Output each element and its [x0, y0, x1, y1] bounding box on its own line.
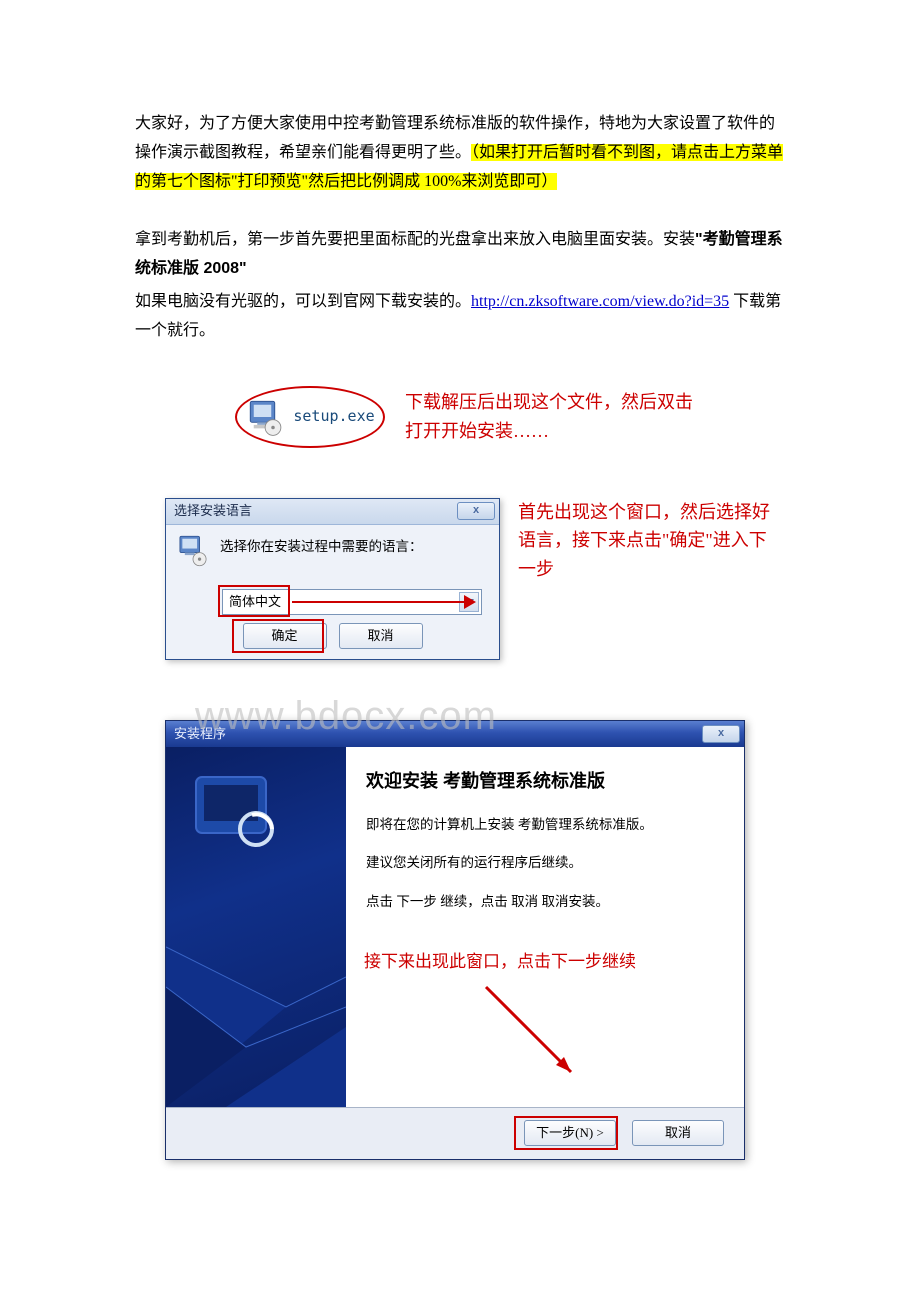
step1-section: 拿到考勤机后，第一步首先要把里面标配的光盘拿出来放入电脑里面安装。安装"考勤管理…	[135, 226, 785, 345]
wizard-main: 欢迎安装 考勤管理系统标准版 即将在您的计算机上安装 考勤管理系统标准版。 建议…	[166, 747, 744, 1107]
step1-a: 拿到考勤机后，第一步首先要把里面标配的光盘拿出来放入电脑里面安装。安装	[135, 231, 695, 248]
intro-section: 大家好，为了方便大家使用中控考勤管理系统标准版的软件操作，特地为大家设置了软件的…	[135, 110, 785, 196]
language-dialog-buttons: 确定 取消	[176, 623, 489, 649]
cancel-button[interactable]: 取消	[339, 623, 423, 649]
wizard-sidebar-art	[166, 747, 346, 1107]
wizard-line2: 建议您关闭所有的运行程序后继续。	[366, 851, 724, 875]
language-note: 首先出现这个窗口，然后选择好语言，接下来点击"确定"进入下一步	[518, 498, 778, 584]
language-dialog-figure: 选择安装语言 x 选择你在安装过程中需要的语言： 简体中文	[165, 498, 785, 660]
wizard-cancel-button[interactable]: 取消	[632, 1120, 724, 1146]
download-link[interactable]: http://cn.zksoftware.com/view.do?id=35	[471, 293, 729, 310]
wizard-note: 接下来出现此窗口，点击下一步继续	[364, 947, 734, 978]
wizard-line3: 点击 下一步 继续，点击 取消 取消安装。	[366, 890, 724, 914]
setup-filename: setup.exe	[293, 403, 374, 430]
installer-icon	[245, 396, 287, 438]
step1-c: 如果电脑没有光驱的，可以到官网下载安装的。	[135, 293, 471, 310]
wizard-line1: 即将在您的计算机上安装 考勤管理系统标准版。	[366, 813, 724, 837]
close-icon: x	[473, 501, 479, 521]
setup-note: 下载解压后出现这个文件，然后双击打开开始安装……	[405, 388, 695, 446]
language-select-wrap: 简体中文	[222, 589, 489, 615]
wizard-titlebar: 安装程序 x	[166, 721, 744, 747]
highlight-arrow-head	[464, 595, 476, 609]
setup-figure: setup.exe 下载解压后出现这个文件，然后双击打开开始安装……	[235, 386, 785, 448]
language-dialog: 选择安装语言 x 选择你在安装过程中需要的语言： 简体中文	[165, 498, 500, 660]
language-dialog-title: 选择安装语言	[174, 499, 252, 522]
wizard-close-button[interactable]: x	[702, 725, 740, 743]
installer-mini-icon	[176, 533, 210, 569]
installer-wizard: 安装程序 x 欢迎安装 考勤管理系统标准版 即将在您的计算机上安装 考勤管理系统…	[165, 720, 745, 1160]
wizard-footer: 下一步(N) > 取消	[166, 1107, 744, 1159]
wizard-arrow-icon	[476, 977, 596, 1087]
language-dialog-body: 选择你在安装过程中需要的语言： 简体中文 确定 取消	[166, 525, 499, 659]
step1-line2: 如果电脑没有光驱的，可以到官网下载安装的。http://cn.zksoftwar…	[135, 288, 785, 346]
language-prompt: 选择你在安装过程中需要的语言：	[220, 533, 423, 559]
step1-line1: 拿到考勤机后，第一步首先要把里面标配的光盘拿出来放入电脑里面安装。安装"考勤管理…	[135, 226, 785, 284]
highlight-rect-next	[514, 1116, 618, 1150]
wizard-title: 安装程序	[174, 722, 226, 745]
close-button[interactable]: x	[457, 502, 495, 520]
close-icon: x	[718, 724, 724, 744]
wizard-sidebar	[166, 747, 346, 1107]
setup-icon-circle: setup.exe	[235, 386, 385, 448]
language-dialog-titlebar: 选择安装语言 x	[166, 499, 499, 525]
highlight-arrow-line	[292, 601, 466, 603]
wizard-heading: 欢迎安装 考勤管理系统标准版	[366, 765, 724, 797]
highlight-rect-language	[218, 585, 290, 617]
intro-text: 大家好，为了方便大家使用中控考勤管理系统标准版的软件操作，特地为大家设置了软件的…	[135, 110, 785, 196]
highlight-rect-ok	[232, 619, 324, 653]
wizard-content: 欢迎安装 考勤管理系统标准版 即将在您的计算机上安装 考勤管理系统标准版。 建议…	[346, 747, 744, 1107]
